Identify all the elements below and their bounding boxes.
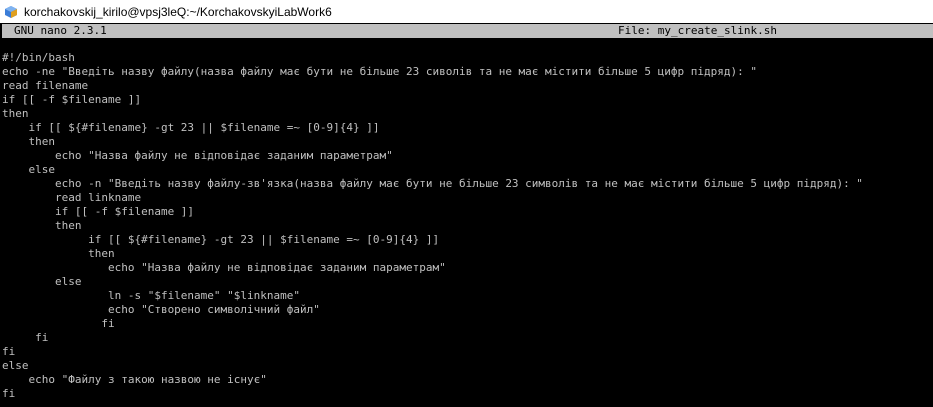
code-line: then bbox=[2, 107, 29, 120]
code-line: else bbox=[2, 359, 29, 372]
editor-text-area[interactable]: #!/bin/bash echo -ne "Введіть назву файлу… bbox=[2, 51, 931, 405]
code-line: read filename bbox=[2, 79, 89, 92]
code-line: if [[ -f $filename ]] bbox=[2, 93, 142, 106]
code-line: read linkname bbox=[2, 191, 142, 204]
code-line: echo "Назва файлу не відповідає заданим … bbox=[2, 261, 446, 274]
nano-header-bar: GNU nano 2.3.1 File: my_create_slink.sh bbox=[2, 24, 933, 38]
window-titlebar[interactable]: korchakovskij_kirilo@vpsj3leQ:~/Korchako… bbox=[0, 0, 933, 23]
code-line: echo "Файлу з такою назвою не існує" bbox=[2, 373, 267, 386]
terminal-app-icon[interactable] bbox=[4, 5, 18, 19]
window-title: korchakovskij_kirilo@vpsj3leQ:~/Korchako… bbox=[24, 4, 332, 19]
code-line: fi bbox=[2, 345, 16, 358]
code-line: echo -n "Введіть назву файлу-зв'язка(наз… bbox=[2, 177, 863, 190]
code-line: if [[ ${#filename} -gt 23 || $filename =… bbox=[2, 233, 440, 246]
code-line: fi bbox=[2, 317, 115, 330]
code-line: echo -ne "Введіть назву файлу(назва файл… bbox=[2, 65, 757, 78]
code-line: fi bbox=[2, 331, 49, 344]
nano-file-label: File: my_create_slink.sh bbox=[618, 24, 777, 37]
code-line: then bbox=[2, 247, 115, 260]
code-line: else bbox=[2, 275, 82, 288]
nano-version-label: GNU nano 2.3.1 bbox=[14, 24, 107, 37]
code-line: if [[ -f $filename ]] bbox=[2, 205, 195, 218]
code-line: if [[ ${#filename} -gt 23 || $filename =… bbox=[2, 121, 380, 134]
code-line: then bbox=[2, 135, 55, 148]
code-line: #!/bin/bash bbox=[2, 51, 75, 64]
code-line: ln -s "$filename" "$linkname" bbox=[2, 289, 301, 302]
code-line: else bbox=[2, 163, 55, 176]
code-line: echo "Створено символічний файл" bbox=[2, 303, 320, 316]
code-line: fi bbox=[2, 387, 16, 400]
code-line: echo "Назва файлу не відповідає заданим … bbox=[2, 149, 393, 162]
code-line: then bbox=[2, 219, 82, 232]
